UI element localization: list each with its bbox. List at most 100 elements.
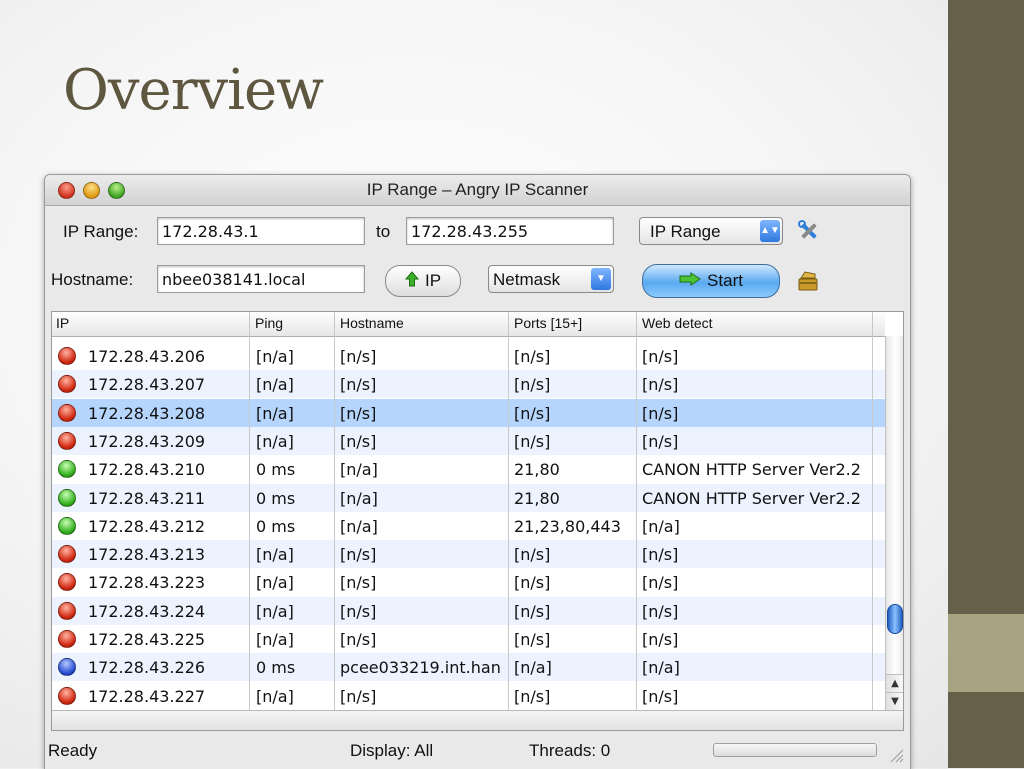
ip-lookup-button[interactable]: IP bbox=[385, 265, 461, 297]
cell-web-detect: [n/s] bbox=[642, 545, 679, 565]
table-row[interactable]: 172.28.43.210 0 ms [n/a] 21,80 CANON HTTP Se… bbox=[52, 455, 885, 483]
dead-host-icon bbox=[58, 375, 76, 394]
table-row[interactable]: 172.28.43.212 0 ms [n/a] 21,23,80,443 [n/a] bbox=[52, 512, 885, 540]
dead-host-icon bbox=[58, 347, 76, 365]
start-button[interactable]: Start bbox=[642, 264, 780, 298]
table-row[interactable]: 172.28.43.224 [n/a] [n/s] [n/s] [n/s] bbox=[52, 596, 885, 625]
alive-host-icon bbox=[58, 516, 76, 535]
cell-web-detect: CANON HTTP Server Ver2.2 bbox=[642, 460, 861, 480]
table-header: IP Ping Hostname Ports [15+] Web detect bbox=[52, 312, 885, 337]
cell-ping: 0 ms bbox=[256, 516, 296, 536]
column-header-ip[interactable]: IP bbox=[56, 315, 69, 331]
hostname-label: Hostname: bbox=[51, 270, 134, 289]
cell-hostname: [n/s] bbox=[340, 403, 377, 423]
cell-ports: [n/s] bbox=[514, 545, 551, 565]
cell-web-detect: [n/s] bbox=[642, 347, 679, 366]
green-right-arrow-icon bbox=[679, 271, 701, 291]
column-header-hostname[interactable]: Hostname bbox=[340, 315, 404, 331]
alive-host-icon bbox=[58, 488, 76, 507]
dead-host-icon bbox=[58, 431, 76, 450]
table-row[interactable]: 172.28.43.226 0 ms pcee033219.int.han [n/a]… bbox=[52, 653, 885, 682]
table-row[interactable]: 172.28.43.225 [n/a] [n/s] [n/s] [n/s] bbox=[52, 625, 885, 653]
table-row[interactable]: 172.28.43.223 [n/a] [n/s] [n/s] [n/s] bbox=[52, 568, 885, 596]
status-threads: Threads: 0 bbox=[529, 741, 611, 760]
cell-hostname: [n/s] bbox=[340, 630, 377, 649]
tools-icon[interactable] bbox=[797, 219, 821, 243]
feeder-select-value: IP Range bbox=[650, 222, 721, 241]
column-header-ports[interactable]: Ports [15+] bbox=[514, 315, 582, 331]
scroll-down-arrow-icon[interactable]: ▼ bbox=[886, 692, 903, 711]
window-title: IP Range – Angry IP Scanner bbox=[366, 180, 589, 199]
feeder-select[interactable]: IP Range ▲▼ bbox=[639, 217, 783, 245]
to-label: to bbox=[376, 222, 391, 241]
cell-web-detect: [n/s] bbox=[642, 431, 679, 451]
cell-ip: 172.28.43.227 bbox=[88, 686, 206, 706]
cell-ip: 172.28.43.212 bbox=[88, 516, 206, 536]
ip-range-end-input[interactable] bbox=[406, 217, 614, 245]
cell-ports: [n/s] bbox=[514, 375, 551, 395]
cell-web-detect: [n/s] bbox=[642, 375, 679, 395]
cell-ports: [n/s] bbox=[514, 347, 551, 366]
column-divider bbox=[249, 312, 250, 710]
table-row[interactable]: 172.28.43.206 [n/a] [n/s] [n/s] [n/s] bbox=[52, 342, 885, 370]
cell-ip: 172.28.43.209 bbox=[88, 431, 206, 451]
cell-ping: 0 ms bbox=[256, 658, 296, 678]
start-button-label: Start bbox=[707, 271, 743, 290]
resize-grip-icon[interactable] bbox=[888, 747, 904, 763]
netmask-select-value: Netmask bbox=[493, 270, 561, 289]
ip-range-label: IP Range: bbox=[63, 222, 139, 241]
table-row[interactable]: 172.28.43.213 [n/a] [n/s] [n/s] [n/s] bbox=[52, 540, 885, 569]
status-bar: Ready Display: All Threads: 0 bbox=[45, 735, 910, 769]
scroll-up-arrow-icon[interactable]: ▲ bbox=[886, 674, 903, 693]
cell-ports: [n/a] bbox=[514, 658, 552, 678]
ip-range-start-input[interactable] bbox=[157, 217, 365, 245]
cell-hostname: [n/s] bbox=[340, 601, 377, 621]
cell-ping: [n/a] bbox=[256, 431, 294, 451]
cell-ports: [n/s] bbox=[514, 403, 551, 423]
column-header-ping[interactable]: Ping bbox=[255, 315, 283, 331]
cell-web-detect: [n/a] bbox=[642, 516, 680, 536]
cell-hostname: [n/s] bbox=[340, 573, 377, 593]
cell-web-detect: [n/s] bbox=[642, 403, 679, 423]
cell-ip: 172.28.43.225 bbox=[88, 630, 206, 649]
host-with-ports-icon bbox=[58, 658, 76, 677]
scrollbar-thumb[interactable] bbox=[887, 604, 903, 634]
cell-hostname: [n/a] bbox=[340, 460, 378, 480]
app-window: IP Range – Angry IP Scanner IP Range: to… bbox=[44, 174, 911, 769]
results-table[interactable]: IP Ping Hostname Ports [15+] Web detect … bbox=[51, 311, 904, 731]
cell-hostname: [n/s] bbox=[340, 686, 377, 706]
dead-host-icon bbox=[58, 686, 76, 705]
table-row[interactable]: 172.28.43.227 [n/a] [n/s] [n/s] [n/s] bbox=[52, 682, 885, 710]
cell-web-detect: [n/s] bbox=[642, 573, 679, 593]
cell-ip: 172.28.43.206 bbox=[88, 347, 206, 366]
cell-hostname: [n/s] bbox=[340, 545, 377, 565]
status-display: Display: All bbox=[350, 741, 434, 760]
column-divider bbox=[508, 312, 509, 710]
column-divider bbox=[334, 312, 335, 710]
table-row[interactable]: 172.28.43.211 0 ms [n/a] 21,80 CANON HTTP Se… bbox=[52, 483, 885, 512]
cell-ping: [n/a] bbox=[256, 686, 294, 706]
dead-host-icon bbox=[58, 630, 76, 648]
cell-ports: 21,80 bbox=[514, 460, 560, 480]
cell-ports: [n/s] bbox=[514, 686, 551, 706]
table-row[interactable]: 172.28.43.207 [n/a] [n/s] [n/s] [n/s] bbox=[52, 370, 885, 399]
cell-ping: [n/a] bbox=[256, 601, 294, 621]
up-down-chevron-icon: ▲▼ bbox=[760, 220, 780, 242]
alive-host-icon bbox=[58, 460, 76, 479]
dead-host-icon bbox=[58, 403, 76, 422]
hostname-input[interactable] bbox=[157, 265, 365, 293]
netmask-select[interactable]: Netmask ▼ bbox=[488, 265, 614, 293]
vertical-scrollbar[interactable]: ▲ ▼ bbox=[885, 336, 903, 711]
cell-ports: 21,23,80,443 bbox=[514, 516, 621, 536]
table-row[interactable]: 172.28.43.209 [n/a] [n/s] [n/s] [n/s] bbox=[52, 426, 885, 455]
fetchers-icon[interactable] bbox=[795, 268, 821, 294]
cell-web-detect: [n/s] bbox=[642, 601, 679, 621]
cell-ip: 172.28.43.211 bbox=[88, 488, 206, 508]
column-header-web-detect[interactable]: Web detect bbox=[642, 315, 713, 331]
cell-hostname: [n/a] bbox=[340, 488, 378, 508]
table-row[interactable]: 172.28.43.208 [n/a] [n/s] [n/s] [n/s] bbox=[52, 398, 885, 427]
horizontal-scrollbar[interactable] bbox=[52, 710, 903, 730]
cell-hostname: [n/a] bbox=[340, 516, 378, 536]
cell-ports: [n/s] bbox=[514, 630, 551, 649]
cell-hostname: [n/s] bbox=[340, 431, 377, 451]
